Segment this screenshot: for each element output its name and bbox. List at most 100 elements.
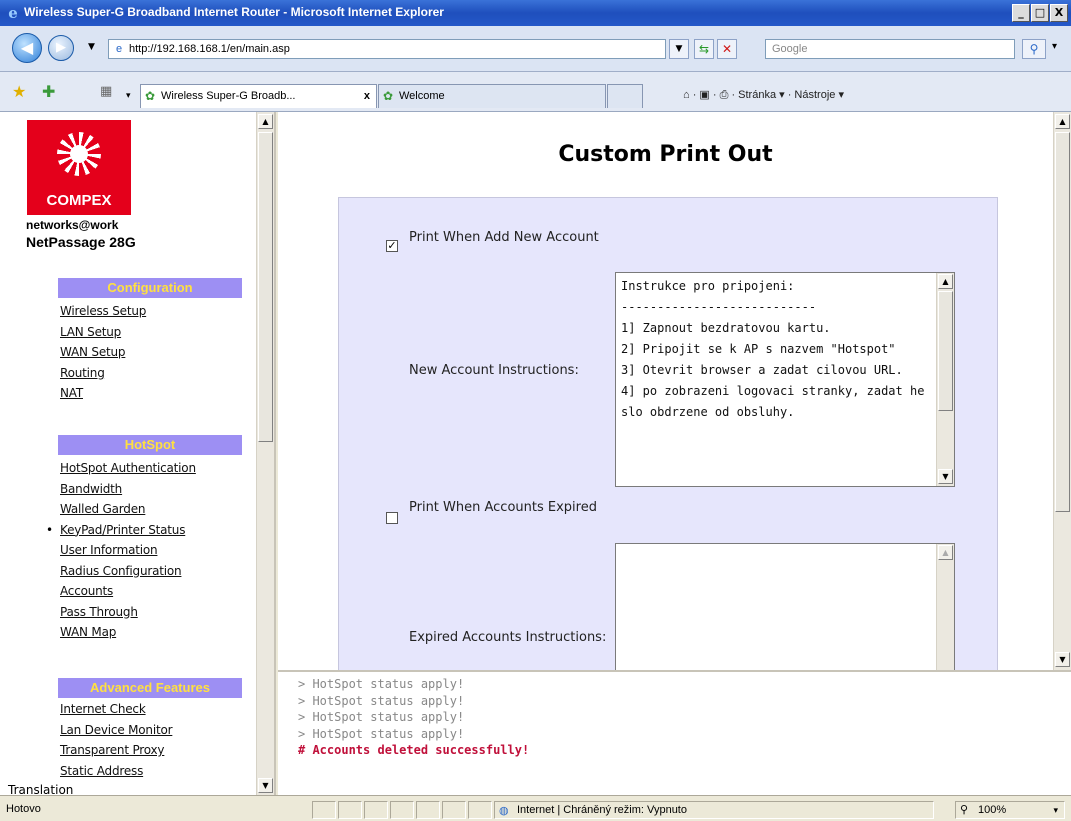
tab-page-icon: ✿ — [383, 89, 394, 103]
nav-routing[interactable]: Routing — [60, 363, 146, 384]
console-line: > HotSpot status apply! — [298, 693, 465, 708]
quick-tabs-icon[interactable]: ▦ — [100, 82, 112, 102]
nav-lan-setup[interactable]: LAN Setup — [60, 322, 146, 343]
compex-logo: COMPEX — [27, 120, 131, 215]
console-line: > HotSpot status apply! — [298, 726, 465, 741]
print-settings-form: ✓ Print When Add New Account New Account… — [338, 197, 998, 670]
console-line: > HotSpot status apply! — [298, 710, 465, 724]
command-bar[interactable]: ⌂ · ▣ · ⎙ · Stránka ▾ · Nástroje ▾ — [683, 88, 844, 102]
tab-router[interactable]: ✿ Wireless Super-G Broadb... x — [140, 84, 377, 108]
status-text: Hotovo — [6, 803, 41, 815]
maximize-button[interactable]: □ — [1031, 4, 1049, 22]
scroll-up-icon[interactable]: ▲ — [1055, 114, 1070, 129]
textarea-scrollbar[interactable]: ▲ — [936, 544, 954, 670]
zoom-control[interactable]: ⚲ 100% ▾ — [955, 801, 1065, 819]
tab-page-icon: ✿ — [145, 89, 156, 103]
nav-frame: COMPEX networks@work NetPassage 28G Conf… — [0, 112, 276, 795]
nav-nat[interactable]: NAT — [60, 383, 146, 404]
status-cell — [442, 801, 466, 819]
minimize-button[interactable]: _ — [1012, 4, 1030, 22]
nav-transparent-proxy[interactable]: Transparent Proxy — [60, 740, 172, 761]
content-scrollbar[interactable]: ▲ ▼ — [1053, 112, 1071, 670]
textarea-scrollbar[interactable]: ▲ ▼ — [936, 273, 954, 486]
address-input[interactable]: e http://192.168.168.1/en/main.asp — [108, 39, 666, 59]
nav-scroll-thumb[interactable] — [258, 132, 273, 442]
globe-icon: ◍ — [499, 805, 509, 817]
nav-walled-garden[interactable]: Walled Garden — [60, 499, 196, 520]
nav-keypad-printer-status[interactable]: KeyPad/Printer Status — [46, 520, 196, 541]
tab-close-icon[interactable]: x — [364, 85, 370, 107]
nav-accounts[interactable]: Accounts — [60, 581, 196, 602]
status-cell — [338, 801, 362, 819]
product-name: NetPassage 28G — [26, 234, 136, 250]
nav-wireless-setup[interactable]: Wireless Setup — [60, 301, 146, 322]
new-instructions-textarea[interactable]: Instrukce pro pripojeni: ---------------… — [615, 272, 955, 487]
expired-instructions-textarea[interactable]: ▲ — [615, 543, 955, 670]
window-title: Wireless Super-G Broadband Internet Rout… — [24, 5, 444, 19]
nav-bandwidth[interactable]: Bandwidth — [60, 479, 196, 500]
content-scroll-thumb[interactable] — [1055, 132, 1070, 512]
scroll-down-icon[interactable]: ▼ — [938, 469, 953, 484]
print-expired-label: Print When Accounts Expired — [409, 500, 597, 515]
status-cell — [416, 801, 440, 819]
status-cell — [468, 801, 492, 819]
favorites-star-icon[interactable]: ★ — [12, 82, 26, 102]
nav-pass-through[interactable]: Pass Through — [60, 602, 196, 623]
scroll-up-icon[interactable]: ▲ — [938, 545, 953, 560]
nav-wan-map[interactable]: WAN Map — [60, 622, 196, 643]
section-hotspot: HotSpot — [58, 435, 242, 455]
scroll-down-icon[interactable]: ▼ — [1055, 652, 1070, 667]
add-favorite-icon[interactable]: ✚ — [42, 82, 55, 102]
advanced-menu: Internet Check Lan Device Monitor Transp… — [60, 699, 173, 782]
search-input[interactable]: Google — [765, 39, 1015, 59]
zoom-dropdown-icon[interactable]: ▾ — [1053, 802, 1058, 818]
scroll-up-icon[interactable]: ▲ — [258, 114, 273, 129]
hotspot-menu: HotSpot Authentication Bandwidth Walled … — [46, 458, 196, 643]
address-dropdown-icon[interactable]: ▼ — [669, 39, 689, 59]
status-console: > HotSpot status apply! > HotSpot status… — [278, 670, 1071, 795]
zoom-level: 100% — [978, 804, 1007, 816]
window-titlebar: e Wireless Super-G Broadband Internet Ro… — [0, 0, 1071, 26]
tab-bar: ★ ✚ ▦ ▾ ✿ Wireless Super-G Broadb... x ✿… — [0, 72, 1071, 112]
nav-hotspot-authentication[interactable]: HotSpot Authentication — [60, 458, 196, 479]
tagline: networks@work — [26, 218, 119, 232]
search-icon[interactable]: ⚲ — [1022, 39, 1046, 59]
nav-internet-check[interactable]: Internet Check — [60, 699, 172, 720]
scroll-down-icon[interactable]: ▼ — [258, 778, 273, 793]
print-new-checkbox[interactable]: ✓ — [386, 240, 398, 252]
search-options-icon[interactable]: ▾ — [1052, 41, 1057, 52]
textarea-scroll-thumb[interactable] — [938, 291, 953, 411]
new-tab-button[interactable] — [607, 84, 643, 108]
nav-radius-configuration[interactable]: Radius Configuration — [60, 561, 196, 582]
new-instructions-label: New Account Instructions: — [409, 363, 579, 378]
section-advanced-features: Advanced Features — [58, 678, 242, 698]
console-line: > HotSpot status apply! — [298, 677, 465, 691]
tab-welcome[interactable]: ✿ Welcome — [378, 84, 606, 108]
ie-logo-icon: e — [8, 4, 18, 22]
back-button[interactable]: ◀ — [12, 33, 42, 63]
zoom-icon: ⚲ — [960, 804, 969, 816]
scroll-up-icon[interactable]: ▲ — [938, 274, 953, 289]
status-cell — [364, 801, 388, 819]
history-dropdown-icon[interactable]: ▼ — [88, 42, 95, 52]
security-zone[interactable]: ◍ Internet | Chráněný režim: Vypnuto — [494, 801, 934, 819]
print-expired-checkbox[interactable] — [386, 512, 398, 524]
nav-lan-device-monitor[interactable]: Lan Device Monitor — [60, 720, 173, 741]
close-window-button[interactable]: X — [1050, 4, 1068, 22]
nav-wan-setup[interactable]: WAN Setup — [60, 342, 146, 363]
content-frame: Custom Print Out ✓ Print When Add New Ac… — [278, 112, 1071, 670]
expired-instructions-label: Expired Accounts Instructions: — [409, 630, 607, 645]
forward-button[interactable]: ▶ — [48, 35, 74, 61]
nav-static-address[interactable]: Static Address — [60, 761, 172, 782]
address-url: http://192.168.168.1/en/main.asp — [129, 43, 290, 55]
page-icon: e — [115, 43, 123, 55]
refresh-icon[interactable]: ⇆ — [694, 39, 714, 59]
nav-translation[interactable]: Translation — [8, 782, 73, 795]
browser-statusbar: Hotovo ◍ Internet | Chráněný režim: Vypn… — [0, 795, 1071, 821]
stop-icon[interactable]: ✕ — [717, 39, 737, 59]
nav-scrollbar[interactable]: ▲ ▼ — [256, 112, 274, 795]
configuration-menu: Wireless Setup LAN Setup WAN Setup Routi… — [60, 301, 146, 404]
tab-list-icon[interactable]: ▾ — [126, 86, 131, 106]
nav-user-information[interactable]: User Information — [60, 540, 196, 561]
logo-flower-icon — [57, 132, 101, 176]
